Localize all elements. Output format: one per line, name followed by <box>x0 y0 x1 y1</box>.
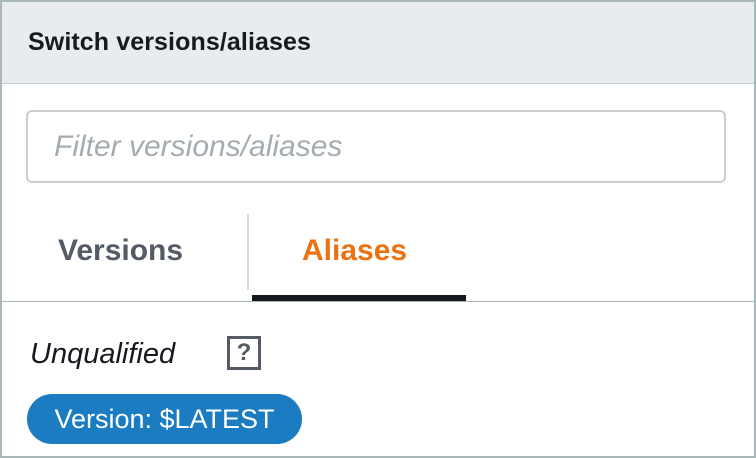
unqualified-label: Unqualified <box>30 338 176 370</box>
version-latest-badge[interactable]: Version: $LATEST <box>27 394 302 444</box>
tab-bar: Versions Aliases <box>2 210 754 302</box>
tab-aliases[interactable]: Aliases <box>250 210 466 301</box>
panel-header: Switch versions/aliases <box>2 2 754 84</box>
panel-title: Switch versions/aliases <box>28 28 312 56</box>
filter-versions-input[interactable] <box>26 110 726 183</box>
tab-versions-label: Versions <box>58 234 184 267</box>
switch-versions-panel: Switch versions/aliases Versions Aliases… <box>0 0 756 458</box>
tab-versions[interactable]: Versions <box>2 210 248 301</box>
help-icon[interactable]: ? <box>227 336 261 370</box>
active-tab-indicator <box>252 295 466 301</box>
tab-divider <box>247 214 249 290</box>
tab-aliases-label: Aliases <box>302 234 408 267</box>
